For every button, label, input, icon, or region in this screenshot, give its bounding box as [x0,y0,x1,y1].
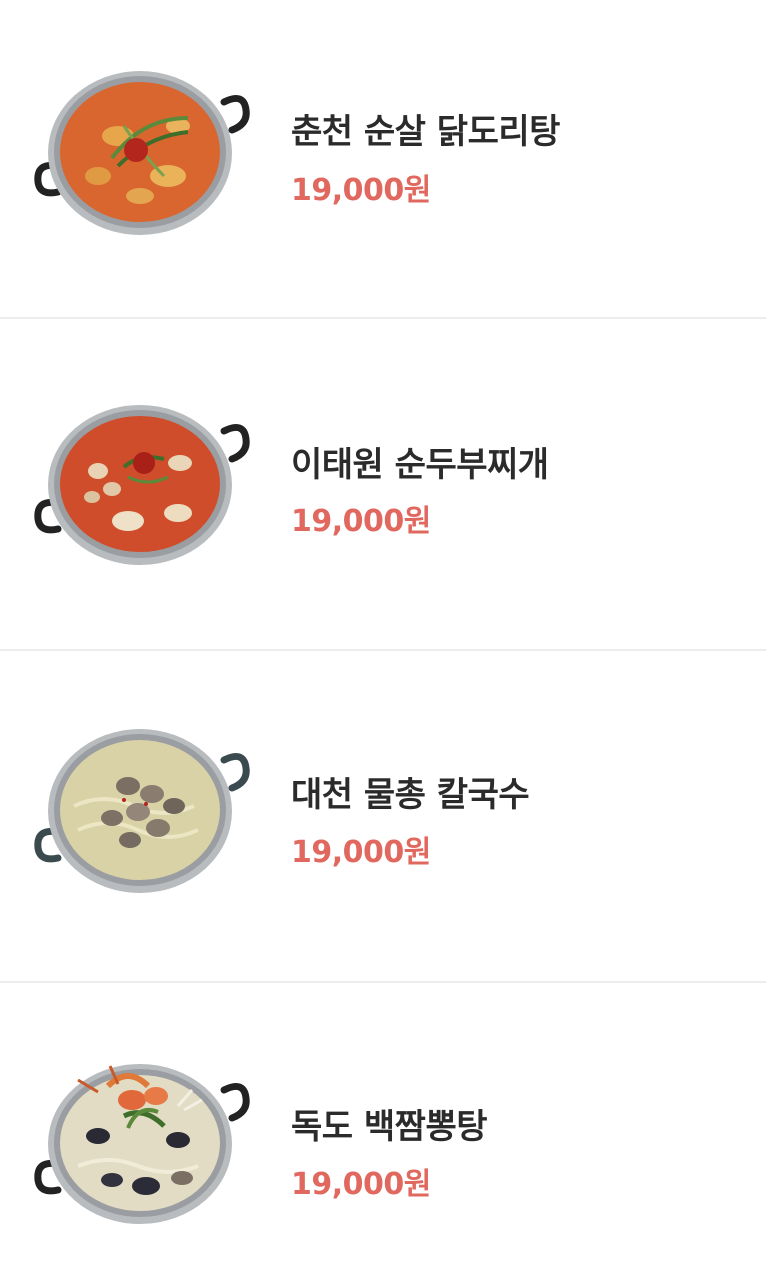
white-seafood-jjamppong-pot-icon [28,1056,254,1226]
menu-item-name: 춘천 순살 닭도리탕 [291,112,560,152]
soft-tofu-stew-pot-icon [28,401,254,571]
menu-item-price: 19,000원 [291,173,431,208]
menu-item-price: 19,000원 [291,504,431,539]
menu-item-soft-tofu-stew[interactable]: 이태원 순두부찌개 19,000원 [0,319,766,649]
menu-list: 춘천 순살 닭도리탕 19,000원 이태원 순두부찌개 19,000원 대천 … [0,0,766,1282]
clam-noodle-soup-pot-icon [28,726,254,896]
menu-item-price: 19,000원 [291,1167,431,1202]
menu-item-name: 독도 백짬뽕탕 [291,1107,488,1147]
menu-item-price: 19,000원 [291,835,431,870]
menu-item-name: 대천 물총 칼국수 [291,775,530,815]
menu-item-chicken-stew[interactable]: 춘천 순살 닭도리탕 19,000원 [0,0,766,317]
menu-item-clam-noodle[interactable]: 대천 물총 칼국수 19,000원 [0,651,766,981]
menu-item-white-jjamppong[interactable]: 독도 백짬뽕탕 19,000원 [0,983,766,1282]
spicy-chicken-stew-pot-icon [28,66,254,236]
menu-item-name: 이태원 순두부찌개 [291,445,549,485]
